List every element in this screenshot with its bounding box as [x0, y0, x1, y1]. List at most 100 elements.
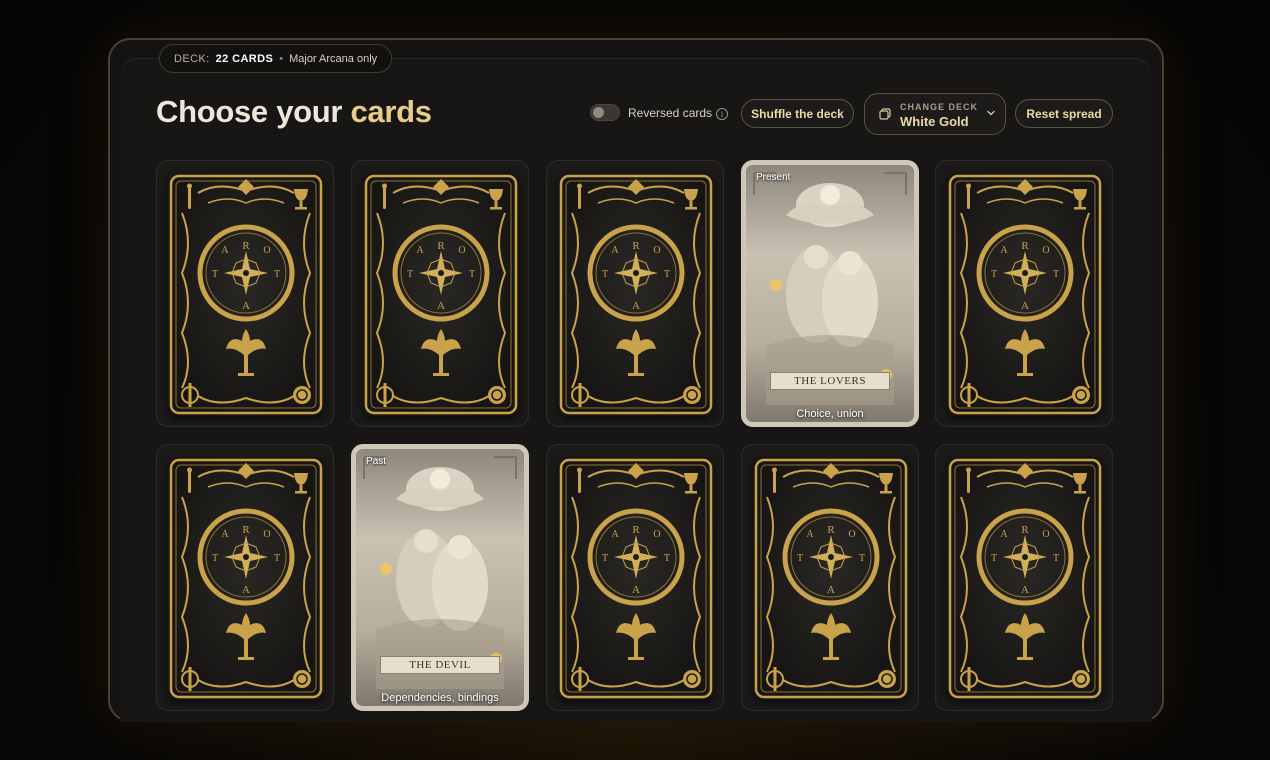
revealed-card[interactable]: Present THE LOVERS Choice, union — [741, 160, 919, 427]
card-back-letter: A — [1021, 300, 1029, 312]
card-back-art: R A A O T T — [558, 173, 714, 416]
card-back-letter: O — [848, 529, 855, 540]
card-back-ornament: R A A O T T — [169, 458, 323, 699]
card-back-ornament: R A A O T T — [948, 458, 1102, 699]
card-back-letter: T — [1053, 269, 1059, 280]
chevron-down-icon — [987, 110, 995, 116]
card-back-letter: A — [806, 529, 814, 540]
card-back-letter: A — [827, 584, 835, 596]
card-back-letter: T — [1053, 553, 1059, 564]
card-slot[interactable]: Present THE LOVERS Choice, union — [741, 160, 919, 427]
deck-info-pill: DECK: 22 CARDS • Major Arcana only — [159, 44, 393, 73]
card-back-letter: A — [242, 584, 250, 596]
deck-label: DECK: — [174, 52, 210, 65]
card-back-art: R A A O T T — [168, 173, 324, 416]
card-back-letter: T — [602, 269, 608, 280]
card-back-letter: T — [469, 269, 475, 280]
card-back-letter: O — [1042, 529, 1049, 540]
card-back-letter: A — [221, 529, 229, 540]
card-slot[interactable]: R A A O T T — [935, 444, 1113, 711]
card-meaning-label: Choice, union — [796, 408, 864, 420]
card-slot[interactable]: R A A O T T — [935, 160, 1113, 427]
card-slot[interactable]: R A A O T T — [156, 444, 334, 711]
card-back-ornament: R A A O T T — [169, 174, 323, 415]
card-name-banner: THE DEVIL — [380, 656, 500, 674]
deck-copy-icon — [879, 108, 891, 120]
change-deck-caption: CHANGE DECK — [900, 102, 979, 112]
card-back-letter: A — [416, 245, 424, 256]
card-back-letter: T — [664, 269, 670, 280]
card-slot[interactable]: R A A O T T — [546, 160, 724, 427]
card-back-letter: O — [653, 529, 660, 540]
change-deck-value: White Gold — [900, 114, 969, 129]
card-back-letter: A — [1000, 245, 1008, 256]
card-back-letter: R — [827, 524, 835, 536]
card-back-art: R A A O T T — [753, 457, 909, 700]
card-back-letter: R — [1021, 240, 1029, 252]
card-back-art: R A A O T T — [947, 457, 1103, 700]
card-position-label: Present — [756, 172, 791, 183]
reset-spread-button[interactable]: Reset spread — [1015, 99, 1113, 128]
card-back-letter: A — [1021, 584, 1029, 596]
card-back-letter: T — [991, 553, 997, 564]
card-back-letter: T — [212, 553, 218, 564]
card-slot[interactable]: R A A O T T — [351, 160, 529, 427]
card-slot[interactable]: R A A O T T — [741, 444, 919, 711]
card-back-letter: A — [1000, 529, 1008, 540]
deck-count: 22 CARDS — [215, 52, 274, 65]
card-back-art: R A A O T T — [168, 457, 324, 700]
card-back-letter: A — [632, 584, 640, 596]
card-back-ornament: R A A O T T — [754, 458, 908, 699]
change-deck-select[interactable]: CHANGE DECK White Gold — [864, 93, 1006, 135]
page-title: Choose your cards — [156, 94, 432, 130]
card-back-letter: O — [458, 245, 465, 256]
card-back-ornament: R A A O T T — [559, 174, 713, 415]
card-back-ornament: R A A O T T — [948, 174, 1102, 415]
title-main: Choose your — [156, 94, 351, 129]
card-slot[interactable]: R A A O T T — [546, 444, 724, 711]
card-back-letter: T — [274, 269, 280, 280]
card-back-letter: A — [242, 300, 250, 312]
card-back-letter: T — [407, 269, 413, 280]
card-back-art: R A A O T T — [947, 173, 1103, 416]
card-back-letter: O — [1042, 245, 1049, 256]
title-accent: cards — [350, 94, 432, 129]
card-slot[interactable]: R A A O T T — [156, 160, 334, 427]
card-back-letter: A — [632, 300, 640, 312]
card-back-letter: O — [653, 245, 660, 256]
shuffle-deck-button[interactable]: Shuffle the deck — [741, 99, 854, 128]
card-back-letter: T — [602, 553, 608, 564]
toggle-knob — [593, 107, 604, 118]
card-back-letter: R — [242, 240, 250, 252]
reversed-cards-toggle-group: Reversed cards — [590, 104, 712, 121]
card-back-letter: A — [611, 529, 619, 540]
card-back-ornament: R A A O T T — [364, 174, 518, 415]
card-back-letter: R — [632, 524, 640, 536]
card-back-letter: R — [437, 240, 445, 252]
card-back-letter: R — [632, 240, 640, 252]
card-back-letter: R — [242, 524, 250, 536]
card-back-letter: O — [263, 245, 270, 256]
card-back-letter: R — [1021, 524, 1029, 536]
card-back-letter: O — [263, 529, 270, 540]
card-back-ornament: R A A O T T — [559, 458, 713, 699]
reversed-cards-label: Reversed cards — [628, 105, 713, 120]
card-name-banner: THE LOVERS — [770, 372, 890, 390]
info-icon[interactable]: i — [716, 108, 728, 120]
card-back-letter: T — [859, 553, 865, 564]
card-back-letter: T — [274, 553, 280, 564]
card-back-letter: T — [212, 269, 218, 280]
card-back-letter: A — [437, 300, 445, 312]
card-back-art: R A A O T T — [363, 173, 519, 416]
card-back-art: R A A O T T — [558, 457, 714, 700]
card-back-letter: A — [611, 245, 619, 256]
card-back-letter: A — [221, 245, 229, 256]
card-position-label: Past — [366, 456, 387, 467]
deck-note: Major Arcana only — [289, 52, 378, 65]
card-slot[interactable]: Past THE DEVIL Dependencies, bindings — [351, 444, 529, 711]
reversed-cards-toggle[interactable] — [590, 104, 620, 121]
revealed-card[interactable]: Past THE DEVIL Dependencies, bindings — [351, 444, 529, 711]
card-back-letter: T — [991, 269, 997, 280]
separator-dot: • — [279, 52, 284, 65]
card-back-letter: T — [664, 553, 670, 564]
